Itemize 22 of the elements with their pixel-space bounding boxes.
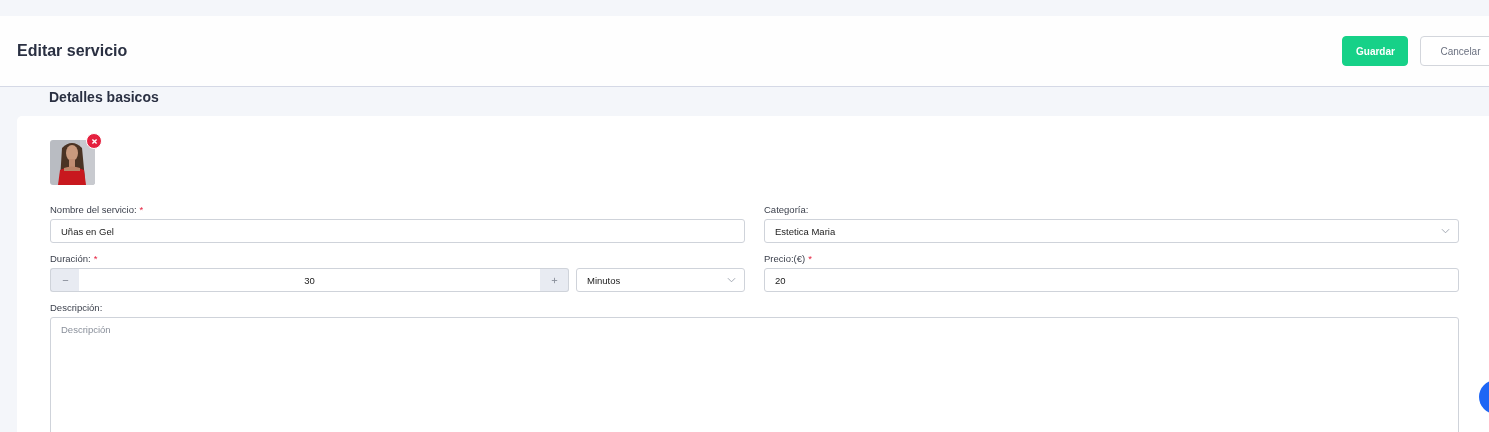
plus-icon [549, 275, 559, 285]
required-mark: * [139, 204, 144, 217]
number-field[interactable]: 30 [79, 268, 540, 292]
text-field[interactable]: Uñas en Gel [50, 219, 745, 243]
page-title: Editar servicio [17, 42, 128, 60]
description-field[interactable]: Descripción [50, 317, 1459, 432]
field-label: Duración: [50, 253, 91, 266]
field-label: Descripción: [50, 302, 104, 315]
cancel-button[interactable]: Cancelar [1420, 36, 1489, 66]
chevron-down-icon [1441, 228, 1450, 234]
dropdown[interactable]: Estetica Maria [764, 219, 1459, 243]
close-icon [90, 137, 98, 145]
field-label: Categoría: [764, 204, 810, 217]
text-field[interactable]: 20 [764, 268, 1459, 292]
remove-image-button[interactable] [86, 133, 102, 149]
section-title: Detalles basicos [49, 89, 160, 107]
chevron-down-icon [727, 277, 736, 283]
unit-dropdown[interactable]: Minutos [576, 268, 745, 292]
required-mark: * [808, 253, 812, 266]
field-label: Nombre del servicio: [50, 204, 137, 217]
required-mark: * [93, 253, 98, 266]
field-label: Precio:(€) [764, 253, 806, 266]
